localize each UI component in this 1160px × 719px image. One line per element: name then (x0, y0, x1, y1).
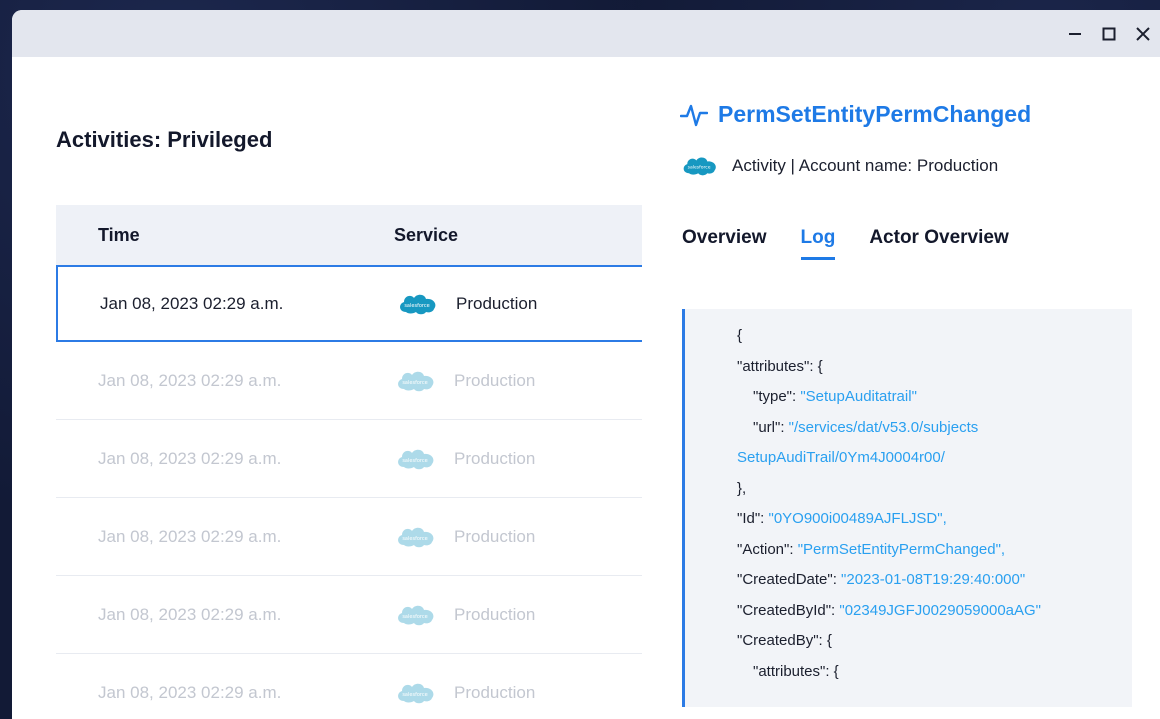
salesforce-logo-icon: salesforce (398, 527, 434, 548)
minimize-button[interactable] (1058, 10, 1092, 57)
cell-service: salesforce Production (394, 343, 535, 419)
log-viewer[interactable]: { "attributes": { "type": "SetupAuditatrai… (682, 309, 1132, 707)
minimize-icon (1069, 32, 1081, 35)
log-key: "type": (753, 388, 801, 405)
log-value: "0YO900i00489AJFLJSD", (768, 510, 947, 527)
svg-text:salesforce: salesforce (402, 692, 427, 698)
page-title: Activities: Privileged (56, 127, 273, 152)
cell-service: salesforce Production (394, 655, 535, 719)
tab-actor-overview[interactable]: Actor Overview (869, 227, 1008, 260)
log-value: SetupAudiTrail/0Ym4J0004r00/ (737, 449, 945, 466)
window-titlebar (12, 10, 1160, 57)
log-value: "2023-01-08T19:29:40:000" (841, 571, 1026, 588)
service-name: Production (454, 527, 536, 546)
log-line: SetupAudiTrail/0Ym4J0004r00/ (737, 443, 1132, 474)
log-line: "CreatedById": "02349JGFJ0029059000aAG" (737, 596, 1132, 627)
table-row[interactable]: Jan 08, 2023 02:29 a.m. salesforce Product… (56, 421, 676, 498)
salesforce-logo-icon: salesforce (398, 449, 434, 470)
log-line: "CreatedDate": "2023-01-08T19:29:40:000" (737, 565, 1132, 596)
log-value: "PermSetEntityPermChanged", (797, 540, 1006, 558)
activity-pulse-icon (680, 104, 708, 126)
log-value: "02349JGFJ0029059000aAG" (839, 601, 1042, 619)
service-name: Production (454, 449, 536, 468)
service-name: Production (454, 605, 536, 624)
maximize-icon (1102, 27, 1116, 40)
log-line: "url": "/services/dat/v53.0/subjects (737, 413, 1132, 444)
table-header: Time Service (56, 205, 676, 265)
salesforce-logo-icon: salesforce (398, 683, 434, 704)
log-line: "CreatedBy": { (737, 626, 1132, 657)
log-key: "CreatedDate": (737, 571, 842, 588)
log-line: "Id": "0YO900i00489AJFLJSD", (737, 504, 1132, 535)
service-name: Production (454, 683, 536, 702)
cell-time: Jan 08, 2023 02:29 a.m. (98, 527, 282, 546)
column-header-time[interactable]: Time (98, 205, 140, 265)
log-key: "Action": (737, 540, 798, 558)
app-window: Activities: Privileged Time Service Jan … (12, 10, 1160, 719)
cell-time: Jan 08, 2023 02:29 a.m. (98, 683, 282, 702)
close-icon (1136, 26, 1150, 41)
salesforce-logo-icon: salesforce (398, 605, 434, 626)
table-row[interactable]: Jan 08, 2023 02:29 a.m. salesforce Product… (56, 655, 676, 719)
cell-service: salesforce Production (394, 577, 535, 653)
cell-service: salesforce Production (394, 421, 535, 497)
cell-time: Jan 08, 2023 02:29 a.m. (98, 371, 282, 390)
service-name: Production (456, 293, 538, 313)
log-key: "url": (753, 418, 789, 436)
log-key: "Id": (737, 510, 769, 527)
log-key: "CreatedBy": { (737, 632, 832, 649)
svg-text:salesforce: salesforce (404, 303, 429, 309)
service-name: Production (454, 371, 536, 390)
log-key: "CreatedById": (737, 601, 840, 619)
log-key: }, (737, 479, 747, 497)
log-line: "Action": "PermSetEntityPermChanged", (737, 535, 1132, 566)
log-line: { (737, 321, 1132, 352)
salesforce-logo-icon: salesforce (400, 294, 436, 314)
log-line: "attributes": { (737, 657, 1132, 688)
tab-log[interactable]: Log (800, 227, 836, 260)
svg-text:salesforce: salesforce (688, 165, 711, 171)
window-controls (1058, 10, 1160, 57)
salesforce-logo-icon: salesforce (398, 371, 434, 392)
table-row[interactable]: Jan 08, 2023 02:29 a.m. salesforce Product… (56, 499, 676, 576)
log-key: { (737, 327, 743, 344)
svg-text:salesforce: salesforce (402, 614, 427, 620)
svg-text:salesforce: salesforce (402, 380, 427, 386)
log-value: "SetupAuditatrail" (800, 388, 917, 405)
svg-text:salesforce: salesforce (402, 458, 427, 464)
log-line: }, (737, 474, 1132, 505)
log-key: "attributes": { (753, 662, 839, 680)
column-header-service[interactable]: Service (394, 205, 458, 265)
log-key: "attributes": { (737, 357, 823, 375)
activity-list-panel: Activities: Privileged Time Service Jan … (12, 57, 676, 719)
detail-title: PermSetEntityPermChanged (718, 101, 1032, 127)
detail-subtitle-row: salesforce Activity | Account name: Prod… (680, 153, 998, 179)
close-button[interactable] (1126, 10, 1160, 57)
cell-time: Jan 08, 2023 02:29 a.m. (98, 605, 282, 624)
log-line: "type": "SetupAuditatrail" (737, 382, 1132, 413)
detail-header: PermSetEntityPermChanged (680, 101, 1031, 128)
maximize-button[interactable] (1092, 10, 1126, 57)
cell-time: Jan 08, 2023 02:29 a.m. (98, 449, 282, 468)
activity-detail-panel: PermSetEntityPermChanged salesforce Acti… (642, 57, 1160, 719)
salesforce-logo-icon: salesforce (683, 157, 716, 176)
svg-text:salesforce: salesforce (402, 536, 427, 542)
detail-subtitle: Activity | Account name: Production (732, 156, 999, 175)
table-row[interactable]: Jan 08, 2023 02:29 a.m. salesforce Product… (56, 265, 676, 342)
tab-overview[interactable]: Overview (682, 227, 767, 260)
table-row[interactable]: Jan 08, 2023 02:29 a.m. salesforce Product… (56, 577, 676, 654)
detail-tabs: Overview Log Actor Overview (682, 227, 1009, 260)
table-row[interactable]: Jan 08, 2023 02:29 a.m. salesforce Product… (56, 343, 676, 420)
log-value: "/services/dat/v53.0/subjects (788, 418, 979, 436)
cell-service: salesforce Production (394, 499, 535, 575)
cell-time: Jan 08, 2023 02:29 a.m. (100, 293, 284, 313)
cell-service: salesforce Production (396, 267, 537, 340)
log-line: "attributes": { (737, 352, 1132, 383)
